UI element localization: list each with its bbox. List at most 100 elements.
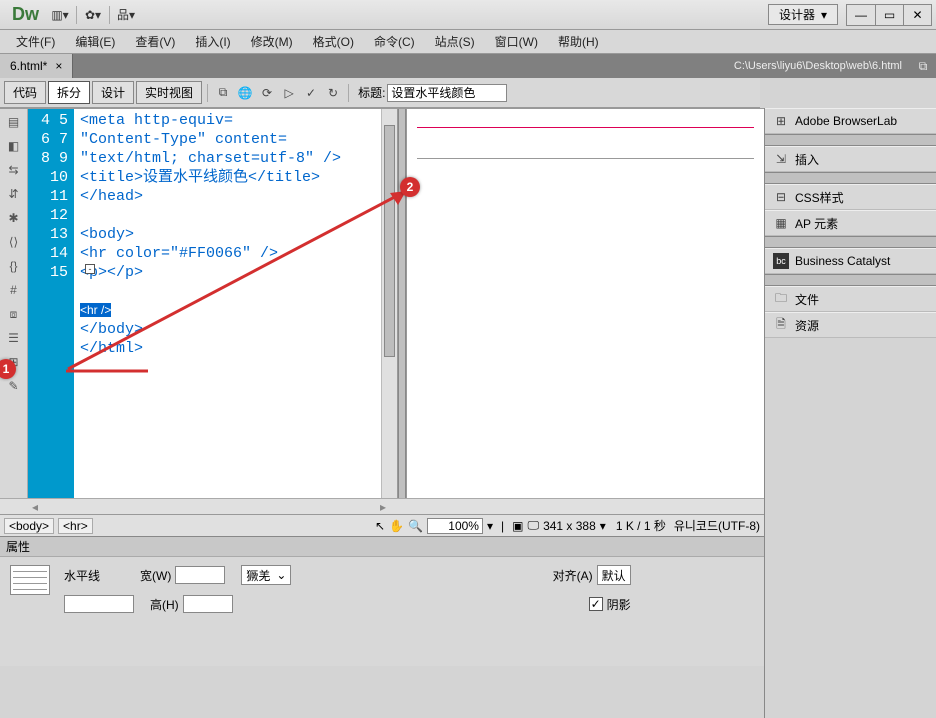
- vtool-10[interactable]: ☰: [5, 329, 23, 347]
- refresh-icon[interactable]: ⟳: [257, 83, 277, 103]
- unit-select[interactable]: 獗羌 ⌄: [241, 565, 291, 585]
- workspace-label: 设计器: [779, 6, 815, 23]
- menu-format[interactable]: 格式(O): [303, 31, 364, 52]
- menu-site[interactable]: 站点(S): [425, 31, 485, 52]
- editor-split: ▤ ◧ ⇆ ⇵ ✱ ⟨⟩ {} # ⧈ ☰ ⊞ ✎ 4 5 6 7 8 9 10…: [0, 108, 764, 498]
- vtool-7[interactable]: {}: [5, 257, 23, 275]
- shadow-checkbox[interactable]: ✓: [589, 597, 603, 611]
- menu-view[interactable]: 查看(V): [125, 31, 185, 52]
- preview-hr-2[interactable]: [417, 158, 754, 159]
- code-text[interactable]: <meta http-equiv= "Content-Type" content…: [74, 109, 381, 498]
- splitter[interactable]: [398, 109, 406, 498]
- properties-header[interactable]: 属性: [0, 537, 764, 557]
- zoom-input[interactable]: [427, 518, 483, 534]
- css-icon: ⊟: [773, 189, 789, 205]
- app-logo: Dw: [4, 4, 47, 25]
- id-input[interactable]: [64, 595, 134, 613]
- minimize-button[interactable]: —: [847, 5, 875, 25]
- tag-body[interactable]: <body>: [4, 518, 54, 534]
- design-view-button[interactable]: 设计: [92, 81, 134, 104]
- height-input[interactable]: [183, 595, 233, 613]
- panel-label: Business Catalyst: [795, 254, 890, 268]
- bc-icon: bc: [773, 253, 789, 269]
- panel-ap[interactable]: ▦ AP 元素: [765, 210, 936, 236]
- panel-files[interactable]: 🗀 文件: [765, 286, 936, 312]
- title-input[interactable]: [387, 84, 507, 102]
- panel-browserlab[interactable]: ⊞ Adobe BrowserLab: [765, 108, 936, 134]
- doc-menu-icon[interactable]: ⧉: [912, 56, 934, 76]
- shadow-label: 阴影: [607, 596, 631, 613]
- code-view-button[interactable]: 代码: [4, 81, 46, 104]
- inspect-icon[interactable]: ⧉: [213, 83, 233, 103]
- vtool-8[interactable]: #: [5, 281, 23, 299]
- chevron-down-icon: ⌄: [276, 568, 286, 582]
- nav-icon[interactable]: ▷: [279, 83, 299, 103]
- vtool-5[interactable]: ✱: [5, 209, 23, 227]
- zoom-icon[interactable]: 🔍: [408, 519, 423, 533]
- code-scrollbar[interactable]: [381, 109, 397, 498]
- hand-icon[interactable]: ✋: [389, 519, 404, 533]
- pointer-icon[interactable]: ↖: [375, 519, 385, 533]
- annotation-badge-2: 2: [400, 177, 420, 197]
- horizontal-scrollbar[interactable]: ◂ ▸: [0, 498, 764, 514]
- panel-insert[interactable]: ⇲ 插入: [765, 146, 936, 172]
- menu-file[interactable]: 文件(F): [6, 31, 65, 52]
- document-tab[interactable]: 6.html* ×: [0, 54, 73, 78]
- site-icon[interactable]: 品▾: [115, 5, 137, 25]
- vtool-9[interactable]: ⧈: [5, 305, 23, 323]
- align-select[interactable]: 默认: [597, 565, 631, 585]
- device-icon[interactable]: ▣: [512, 519, 523, 533]
- encoding-label: 유니코드(UTF-8): [674, 517, 760, 534]
- preview-hr-1[interactable]: [417, 127, 754, 128]
- vtool-2[interactable]: ◧: [5, 137, 23, 155]
- close-tab-icon[interactable]: ×: [55, 59, 62, 73]
- panel-bc[interactable]: bc Business Catalyst: [765, 248, 936, 274]
- panel-label: Adobe BrowserLab: [795, 114, 897, 128]
- globe-icon[interactable]: 🌐: [235, 83, 255, 103]
- tag-hr[interactable]: <hr>: [58, 518, 93, 534]
- menu-insert[interactable]: 插入(I): [185, 31, 240, 52]
- document-tab-bar: 6.html* × C:\Users\liyu6\Desktop\web\6.h…: [0, 54, 936, 78]
- panel-label: 插入: [795, 151, 819, 168]
- menu-window[interactable]: 窗口(W): [485, 31, 548, 52]
- vtool-1[interactable]: ▤: [5, 113, 23, 131]
- document-path: C:\Users\liyu6\Desktop\web\6.html: [726, 60, 910, 72]
- check-icon[interactable]: ✓: [301, 83, 321, 103]
- live-view-button[interactable]: 实时视图: [136, 81, 202, 104]
- menu-commands[interactable]: 命令(C): [364, 31, 425, 52]
- menu-help[interactable]: 帮助(H): [548, 31, 609, 52]
- workspace-switcher[interactable]: 设计器 ▾: [768, 4, 838, 25]
- split-view-button[interactable]: 拆分: [48, 81, 90, 104]
- chevron-down-icon: ▾: [821, 8, 827, 22]
- code-toolbar: ▤ ◧ ⇆ ⇵ ✱ ⟨⟩ {} # ⧈ ☰ ⊞ ✎: [0, 109, 28, 498]
- close-button[interactable]: ✕: [903, 5, 931, 25]
- screen-icon[interactable]: 🖵: [527, 518, 539, 533]
- vtool-3[interactable]: ⇆: [5, 161, 23, 179]
- panel-label: 文件: [795, 291, 819, 308]
- width-input[interactable]: [175, 566, 225, 584]
- menu-bar: 文件(F) 编辑(E) 查看(V) 插入(I) 修改(M) 格式(O) 命令(C…: [0, 30, 936, 54]
- insert-icon: ⇲: [773, 151, 789, 167]
- panel-css[interactable]: ⊟ CSS样式: [765, 184, 936, 210]
- menu-modify[interactable]: 修改(M): [241, 31, 303, 52]
- height-label: 高(H): [150, 596, 179, 613]
- title-label: 标题:: [358, 84, 385, 101]
- extend-icon[interactable]: ✿▾: [82, 5, 104, 25]
- menu-edit[interactable]: 编辑(E): [65, 31, 125, 52]
- fold-marker[interactable]: -: [85, 264, 95, 274]
- sync-icon[interactable]: ↻: [323, 83, 343, 103]
- vtool-4[interactable]: ⇵: [5, 185, 23, 203]
- chevron-down-icon[interactable]: ▾: [487, 519, 493, 533]
- vtool-6[interactable]: ⟨⟩: [5, 233, 23, 251]
- maximize-button[interactable]: ▭: [875, 5, 903, 25]
- chevron-down-icon[interactable]: ▾: [600, 519, 606, 533]
- panel-assets[interactable]: 🗎 资源: [765, 312, 936, 338]
- align-label: 对齐(A): [553, 567, 593, 584]
- design-pane[interactable]: [406, 109, 764, 498]
- vtool-12[interactable]: ✎: [5, 377, 23, 395]
- layout-icon[interactable]: ▥▾: [49, 5, 71, 25]
- document-toolbar: 代码 拆分 设计 实时视图 ⧉ 🌐 ⟳ ▷ ✓ ↻ 标题:: [0, 78, 760, 108]
- line-gutter: 4 5 6 7 8 9 10 11 12 13 14 15: [28, 109, 74, 498]
- code-pane[interactable]: 4 5 6 7 8 9 10 11 12 13 14 15 <meta http…: [28, 109, 398, 498]
- dimensions-label: 341 x 388: [543, 519, 596, 533]
